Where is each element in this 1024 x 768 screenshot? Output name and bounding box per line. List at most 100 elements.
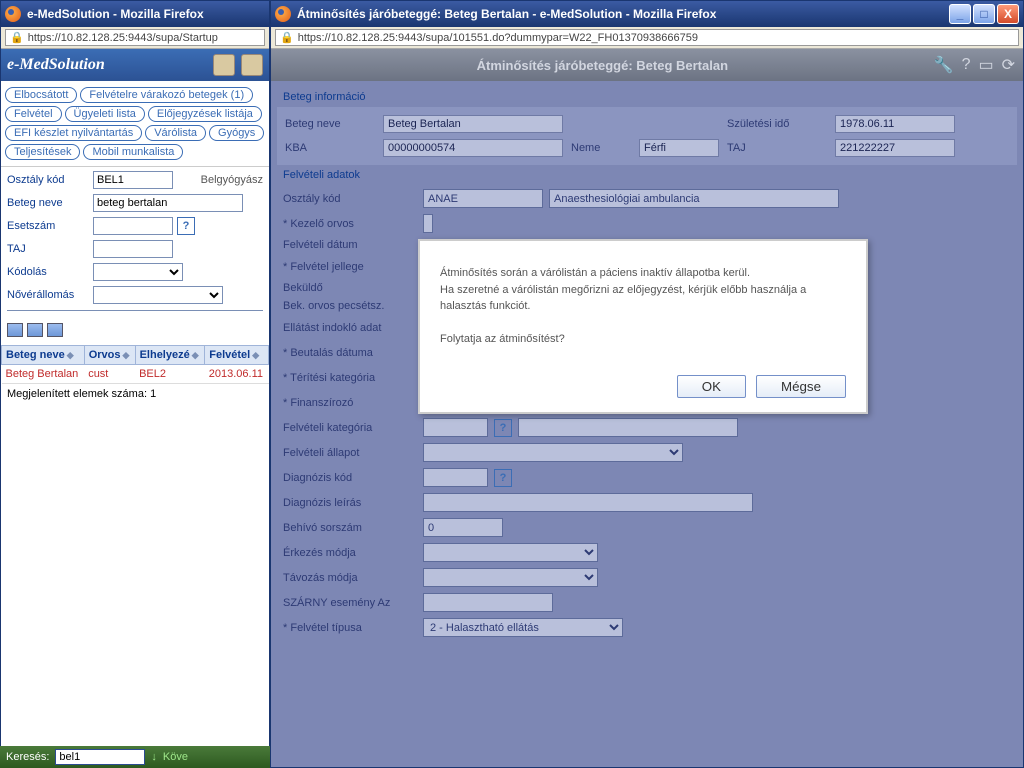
right-content: Beteg információ Beteg neve Beteg Bertal… (271, 81, 1023, 767)
adm-type-label: Felvétel jellege (283, 261, 423, 273)
action-icon-2[interactable] (27, 323, 43, 337)
page-header: Átminősítés járóbeteggé: Beteg Bertalan … (271, 49, 1023, 81)
action-icon-1[interactable] (7, 323, 23, 337)
right-titlebar: Átminősítés járóbeteggé: Beteg Bertalan … (271, 1, 1023, 27)
adm-diagdesc-label: Diagnózis leírás (283, 497, 423, 509)
cell-name: Beteg Bertalan (2, 365, 85, 384)
table-status: Megjelenített elemek száma: 1 (1, 384, 269, 404)
adm-arrive-select[interactable] (423, 543, 598, 562)
window-icon[interactable]: ▭ (978, 55, 993, 75)
info-taj-value: 221222227 (835, 139, 955, 157)
left-url-text: https://10.82.128.25:9443/supa/Startup (28, 32, 218, 44)
action-icon-3[interactable] (47, 323, 63, 337)
adm-wing-input[interactable] (423, 593, 553, 612)
adm-cat-name (518, 418, 738, 437)
right-url-input[interactable]: 🔒 https://10.82.128.25:9443/supa/101551.… (275, 29, 1019, 46)
lock-icon: 🔒 (10, 31, 24, 44)
adm-admtype-select[interactable]: 2 - Halasztható ellátás (423, 618, 623, 637)
coding-select[interactable] (93, 263, 183, 281)
tag-ugyeleti[interactable]: Ügyeleti lista (65, 106, 145, 122)
th-admission[interactable]: Felvétel◆ (205, 346, 269, 365)
patient-name-input[interactable] (93, 194, 243, 212)
header-icon-2[interactable] (241, 54, 263, 76)
info-kba-label: KBA (285, 142, 375, 154)
th-placement[interactable]: Elhelyezé◆ (135, 346, 205, 365)
info-kba-value: 00000000574 (383, 139, 563, 157)
taj-label: TAJ (7, 243, 89, 255)
search-next-button[interactable]: Köve (163, 751, 188, 763)
right-window-title: Átminősítés járóbeteggé: Beteg Bertalan … (297, 7, 716, 21)
patient-info-box: Beteg neve Beteg Bertalan Születési idő … (277, 107, 1017, 165)
tag-efi[interactable]: EFI készlet nyilvántartás (5, 125, 142, 141)
adm-doctor-input[interactable] (423, 214, 433, 233)
info-taj-label: TAJ (727, 142, 827, 154)
tag-elojegyzesek[interactable]: Előjegyzések listája (148, 106, 262, 122)
tag-teljesitesek[interactable]: Teljesítések (5, 144, 80, 160)
right-url-text: https://10.82.128.25:9443/supa/101551.do… (298, 32, 698, 44)
adm-dept-label: Osztály kód (283, 193, 423, 205)
refresh-icon[interactable]: ⟳ (1002, 55, 1015, 75)
minimize-button[interactable]: _ (949, 4, 971, 24)
cancel-button[interactable]: Mégse (756, 375, 846, 398)
app-header: e-MedSolution (1, 49, 269, 81)
tag-felvetelre-varakozo[interactable]: Felvételre várakozó betegek (1) (80, 87, 253, 103)
tag-felvetel[interactable]: Felvétel (5, 106, 62, 122)
sort-icon: ◆ (252, 350, 259, 360)
adm-diagcode-input[interactable] (423, 468, 488, 487)
dialog-buttons: OK Mégse (440, 375, 846, 398)
adm-diagcode-label: Diagnózis kód (283, 472, 423, 484)
case-input[interactable] (93, 217, 173, 235)
sort-icon: ◆ (122, 350, 129, 360)
adm-cat-input[interactable] (423, 418, 488, 437)
dept-code-input[interactable] (93, 171, 173, 189)
search-label: Keresés: (6, 751, 49, 763)
nurse-select[interactable] (93, 286, 223, 304)
adm-depart-select[interactable] (423, 568, 598, 587)
header-icon-1[interactable] (213, 54, 235, 76)
close-button[interactable]: X (997, 4, 1019, 24)
info-name-value: Beteg Bertalan (383, 115, 563, 133)
window-controls: _ □ X (949, 4, 1019, 24)
adm-refdate-label: Beutalás dátuma (283, 347, 423, 359)
ok-button[interactable]: OK (677, 375, 746, 398)
tag-elbocsatott[interactable]: Elbocsátott (5, 87, 77, 103)
patient-table: Beteg neve◆ Orvos◆ Elhelyezé◆ Felvétel◆ … (1, 345, 269, 384)
lock-icon: 🔒 (280, 31, 294, 44)
search-next-icon[interactable]: ↓ (151, 751, 157, 763)
info-dob-label: Születési idő (727, 118, 827, 130)
adm-sender-label: Beküldő (283, 282, 423, 294)
left-window: e-MedSolution - Mozilla Firefox 🔒 https:… (0, 0, 270, 768)
cat-help-button[interactable]: ? (494, 419, 512, 437)
adm-callnum-input[interactable] (423, 518, 503, 537)
search-input[interactable] (55, 749, 145, 765)
patient-name-label: Beteg neve (7, 197, 89, 209)
case-label: Esetszám (7, 220, 89, 232)
tag-varolista[interactable]: Várólista (145, 125, 206, 141)
adm-state-select[interactable] (423, 443, 683, 462)
firefox-icon (275, 6, 291, 22)
taj-input[interactable] (93, 240, 173, 258)
cell-placement: BEL2 (135, 365, 205, 384)
adm-dept-input[interactable] (423, 189, 543, 208)
table-row[interactable]: Beteg Bertalan cust BEL2 2013.06.11 (2, 365, 269, 384)
adm-funder-label: Finanszírozó (283, 397, 423, 409)
adm-stamp-label: Bek. orvos pecsétsz. (283, 300, 423, 312)
tag-mobil[interactable]: Mobil munkalista (83, 144, 183, 160)
maximize-button[interactable]: □ (973, 4, 995, 24)
adm-date-label: Felvételi dátum (283, 239, 423, 251)
diag-help-button[interactable]: ? (494, 469, 512, 487)
wrench-icon[interactable]: 🔧 (934, 55, 954, 75)
divider (7, 310, 263, 311)
firefox-icon (5, 6, 21, 22)
adm-diagdesc-input[interactable] (423, 493, 753, 512)
dialog-line-2: Ha szeretné a várólistán megőrizni az el… (440, 282, 846, 315)
info-gender-value: Férfi (639, 139, 719, 157)
left-url-input[interactable]: 🔒 https://10.82.128.25:9443/supa/Startup (5, 29, 265, 46)
help-icon[interactable]: ? (962, 56, 971, 74)
cell-admission: 2013.06.11 (205, 365, 269, 384)
th-doctor[interactable]: Orvos◆ (84, 346, 135, 365)
tag-gyogys[interactable]: Gyógys (209, 125, 264, 141)
dept-name-text: Belgyógyász (201, 174, 263, 186)
th-name[interactable]: Beteg neve◆ (2, 346, 85, 365)
case-help-button[interactable]: ? (177, 217, 195, 235)
